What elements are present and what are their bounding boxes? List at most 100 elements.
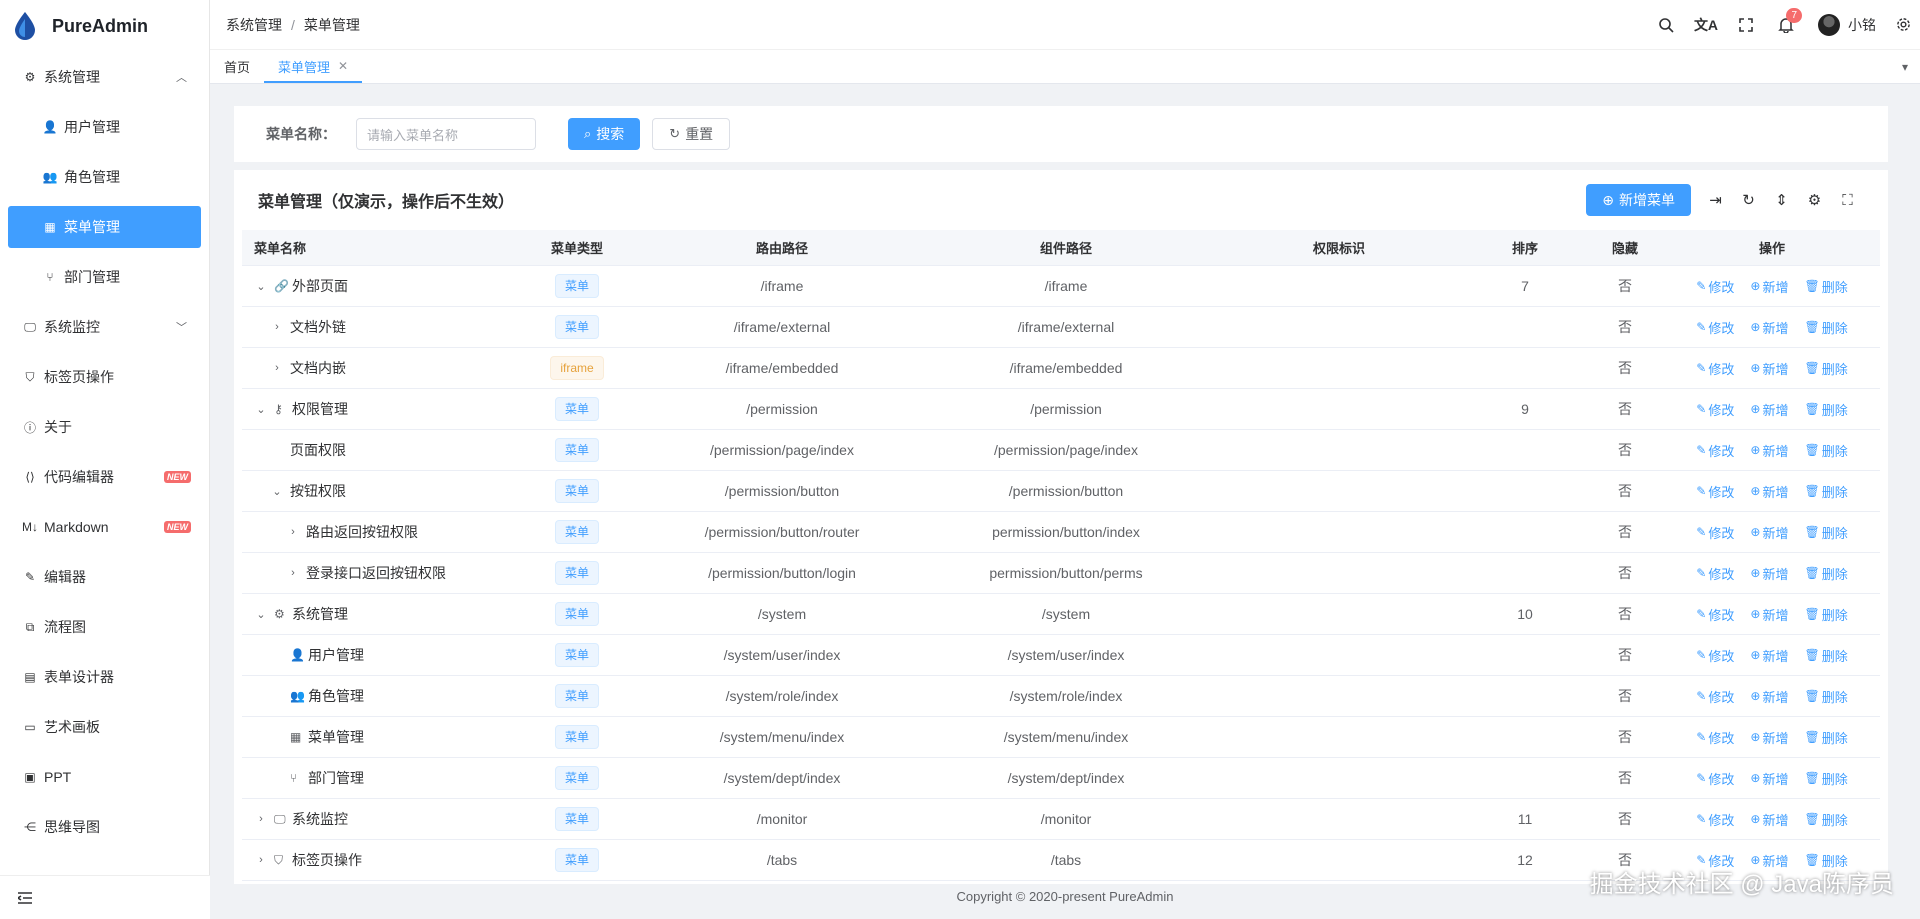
add-menu-button[interactable]: ⊕ 新增菜单 bbox=[1586, 184, 1691, 216]
sidebar-item-4[interactable]: ⑂ 部门管理 bbox=[0, 252, 209, 302]
sidebar-item-3[interactable]: ▦ 菜单管理 bbox=[8, 206, 201, 248]
translate-button[interactable]: 文A bbox=[1686, 0, 1726, 50]
notification-button[interactable]: 7 bbox=[1766, 0, 1806, 50]
add-child-button-label: 新增 bbox=[1762, 402, 1789, 418]
sidebar-item-7[interactable]: ⓘ 关于 bbox=[0, 402, 209, 452]
delete-button[interactable]: 🗑 删除 bbox=[1804, 441, 1847, 460]
add-child-button[interactable]: ⊕ 新增 bbox=[1750, 728, 1788, 747]
density-icon[interactable]: ⇕ bbox=[1765, 191, 1798, 209]
menu-name-input[interactable]: 请输入菜单名称 bbox=[356, 118, 536, 150]
edit-button[interactable]: ✎ 修改 bbox=[1696, 810, 1734, 829]
edit-button[interactable]: ✎ 修改 bbox=[1696, 769, 1734, 788]
chevron-down-icon[interactable]: ⌄ bbox=[254, 608, 268, 621]
sidebar-item-14[interactable]: ▣ PPT bbox=[0, 752, 209, 802]
delete-button-label: 删除 bbox=[1821, 771, 1848, 787]
sidebar-item-8[interactable]: ⟨⟩ 代码编辑器 NEW bbox=[0, 452, 209, 502]
edit-button[interactable]: ✎ 修改 bbox=[1696, 605, 1734, 624]
sidebar-item-15[interactable]: ⋲ 思维导图 bbox=[0, 802, 209, 852]
delete-button[interactable]: 🗑 删除 bbox=[1804, 646, 1847, 665]
add-child-button[interactable]: ⊕ 新增 bbox=[1750, 482, 1788, 501]
cell-route: /system/user/index bbox=[723, 647, 841, 663]
delete-button[interactable]: 🗑 删除 bbox=[1804, 318, 1847, 337]
edit-button[interactable]: ✎ 修改 bbox=[1696, 687, 1734, 706]
menu-type-tag: 菜单 bbox=[554, 561, 599, 585]
delete-button[interactable]: 🗑 删除 bbox=[1804, 728, 1847, 747]
add-child-button[interactable]: ⊕ 新增 bbox=[1750, 441, 1788, 460]
plus-circle-icon: ⊕ bbox=[1750, 361, 1761, 375]
add-child-button[interactable]: ⊕ 新增 bbox=[1750, 359, 1788, 378]
delete-button-label: 删除 bbox=[1821, 689, 1848, 705]
add-child-button[interactable]: ⊕ 新增 bbox=[1750, 646, 1788, 665]
sidebar-item-6[interactable]: ⛉ 标签页操作 bbox=[0, 352, 209, 402]
sidebar-item-12[interactable]: ▤ 表单设计器 bbox=[0, 652, 209, 702]
delete-button[interactable]: 🗑 删除 bbox=[1804, 482, 1847, 501]
refresh-icon[interactable]: ↻ bbox=[1732, 191, 1765, 209]
chevron-right-icon[interactable]: › bbox=[254, 854, 268, 866]
edit-button[interactable]: ✎ 修改 bbox=[1696, 564, 1734, 583]
add-child-button[interactable]: ⊕ 新增 bbox=[1750, 277, 1788, 296]
add-child-button[interactable]: ⊕ 新增 bbox=[1750, 810, 1788, 829]
edit-button[interactable]: ✎ 修改 bbox=[1696, 728, 1734, 747]
delete-button[interactable]: 🗑 删除 bbox=[1804, 810, 1847, 829]
collapse-sidebar-button[interactable] bbox=[0, 875, 210, 919]
delete-button[interactable]: 🗑 删除 bbox=[1804, 277, 1847, 296]
add-child-button[interactable]: ⊕ 新增 bbox=[1750, 318, 1788, 337]
plus-circle-icon: ⊕ bbox=[1750, 320, 1761, 334]
tab-menu-management[interactable]: 菜单管理 ✕ bbox=[264, 49, 363, 83]
delete-button-label: 删除 bbox=[1821, 320, 1848, 336]
expand-all-icon[interactable]: ⇥ bbox=[1699, 191, 1732, 209]
delete-button[interactable]: 🗑 删除 bbox=[1804, 523, 1847, 542]
edit-button[interactable]: ✎ 修改 bbox=[1696, 441, 1734, 460]
sidebar-item-0[interactable]: ⚙ 系统管理 ︿ bbox=[0, 52, 209, 102]
sidebar-item-11[interactable]: ⧉ 流程图 bbox=[0, 602, 209, 652]
sidebar-item-13[interactable]: ▭ 艺术画板 bbox=[0, 702, 209, 752]
chevron-down-icon[interactable]: ⌄ bbox=[254, 280, 268, 293]
chevron-down-icon[interactable]: ⌄ bbox=[270, 485, 284, 498]
logo[interactable]: PureAdmin bbox=[0, 0, 209, 52]
chevron-right-icon[interactable]: › bbox=[270, 321, 284, 333]
delete-button[interactable]: 🗑 删除 bbox=[1804, 687, 1847, 706]
user-menu[interactable]: 小铭 bbox=[1806, 13, 1886, 36]
delete-button[interactable]: 🗑 删除 bbox=[1804, 400, 1847, 419]
sidebar-item-9[interactable]: M↓ Markdown NEW bbox=[0, 502, 209, 552]
reset-button[interactable]: ↻ 重置 bbox=[652, 118, 731, 150]
column-settings-icon[interactable]: ⚙ bbox=[1798, 191, 1831, 209]
add-child-button[interactable]: ⊕ 新增 bbox=[1750, 564, 1788, 583]
settings-button[interactable] bbox=[1886, 0, 1920, 50]
chevron-right-icon[interactable]: › bbox=[286, 526, 300, 538]
edit-button[interactable]: ✎ 修改 bbox=[1696, 482, 1734, 501]
chevron-right-icon[interactable]: › bbox=[286, 567, 300, 579]
add-child-button[interactable]: ⊕ 新增 bbox=[1750, 687, 1788, 706]
edit-button[interactable]: ✎ 修改 bbox=[1696, 277, 1734, 296]
close-icon[interactable]: ✕ bbox=[338, 59, 348, 73]
add-child-button[interactable]: ⊕ 新增 bbox=[1750, 400, 1788, 419]
breadcrumb-item-system[interactable]: 系统管理 bbox=[226, 15, 282, 35]
edit-button[interactable]: ✎ 修改 bbox=[1696, 359, 1734, 378]
fullscreen-button[interactable] bbox=[1726, 0, 1766, 50]
delete-button[interactable]: 🗑 删除 bbox=[1804, 564, 1847, 583]
search-button[interactable]: ⌕ 搜索 bbox=[568, 118, 641, 150]
delete-button[interactable]: 🗑 删除 bbox=[1804, 769, 1847, 788]
sidebar-item-1[interactable]: 👤 用户管理 bbox=[0, 102, 209, 152]
sidebar-item-5[interactable]: 🖵 系统监控 ﹀ bbox=[0, 302, 209, 352]
delete-button[interactable]: 🗑 删除 bbox=[1804, 359, 1847, 378]
edit-button[interactable]: ✎ 修改 bbox=[1696, 400, 1734, 419]
sidebar-item-label: 编辑器 bbox=[44, 569, 86, 585]
chevron-down-icon[interactable]: ▾ bbox=[1902, 60, 1908, 74]
chevron-right-icon[interactable]: › bbox=[254, 813, 268, 825]
search-button[interactable] bbox=[1646, 0, 1686, 50]
sidebar-item-10[interactable]: ✎ 编辑器 bbox=[0, 552, 209, 602]
edit-button[interactable]: ✎ 修改 bbox=[1696, 523, 1734, 542]
delete-button[interactable]: 🗑 删除 bbox=[1804, 605, 1847, 624]
chevron-right-icon[interactable]: › bbox=[270, 362, 284, 374]
fullscreen-icon[interactable]: ⛶ bbox=[1831, 192, 1864, 209]
chevron-down-icon[interactable]: ⌄ bbox=[254, 403, 268, 416]
add-child-button[interactable]: ⊕ 新增 bbox=[1750, 769, 1788, 788]
edit-button[interactable]: ✎ 修改 bbox=[1696, 318, 1734, 337]
sidebar-item-2[interactable]: 👥 角色管理 bbox=[0, 152, 209, 202]
tab-home[interactable]: 首页 bbox=[210, 49, 264, 83]
edit-button[interactable]: ✎ 修改 bbox=[1696, 646, 1734, 665]
cell-type: 菜单 bbox=[508, 479, 646, 503]
add-child-button[interactable]: ⊕ 新增 bbox=[1750, 523, 1788, 542]
add-child-button[interactable]: ⊕ 新增 bbox=[1750, 605, 1788, 624]
